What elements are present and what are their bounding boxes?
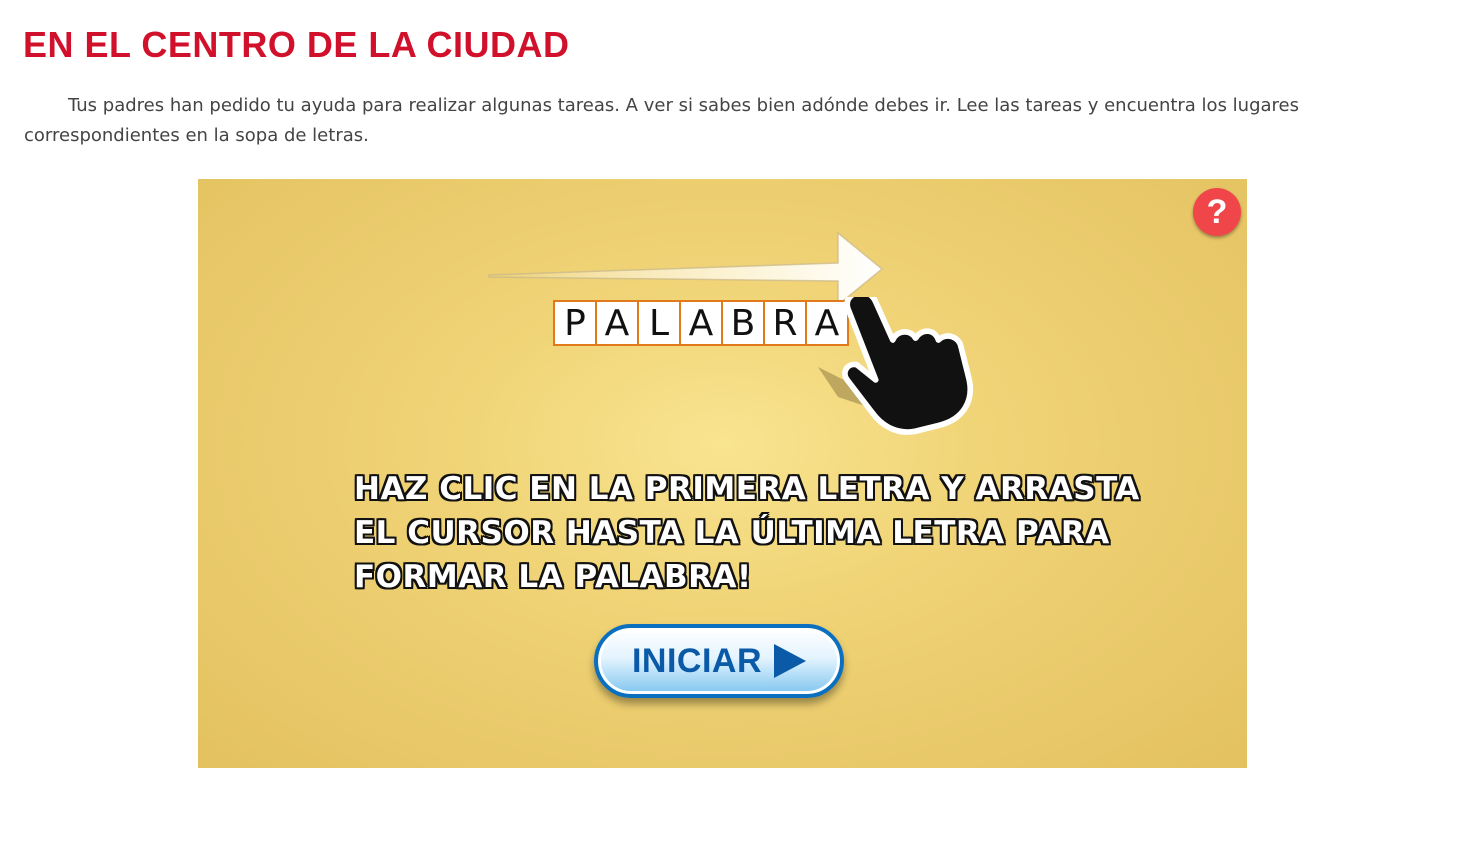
letter-box: B xyxy=(721,300,765,346)
letter-box: L xyxy=(637,300,681,346)
start-button-label: INICIAR xyxy=(631,641,763,680)
pointing-hand-icon xyxy=(818,297,973,435)
question-icon: ? xyxy=(1206,192,1228,231)
instruction-text: HAZ CLIC EN LA PRIMERA LETRA Y ARRASTA E… xyxy=(354,471,1140,595)
letter-box: A xyxy=(679,300,723,346)
letter-box: A xyxy=(595,300,639,346)
game-area[interactable]: ? P A L A B R A HAZ CLIC EN LA PRIMERA L… xyxy=(198,179,1247,768)
help-button[interactable]: ? xyxy=(1193,188,1241,236)
page-title: EN EL CENTRO DE LA CIUDAD xyxy=(23,24,570,65)
play-icon xyxy=(774,644,807,678)
letter-box: P xyxy=(553,300,597,346)
start-button[interactable]: INICIAR xyxy=(594,624,844,698)
intro-text: Tus padres han pedido tu ayuda para real… xyxy=(24,95,1299,146)
